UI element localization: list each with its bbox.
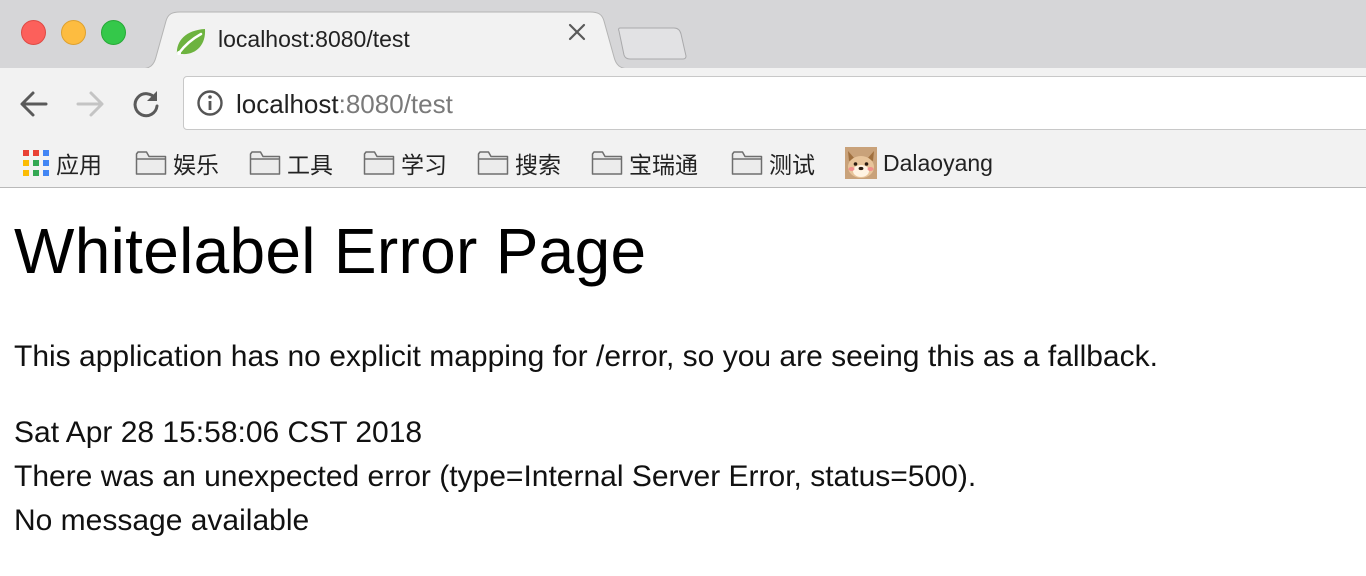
error-explanation: This application has no explicit mapping… bbox=[14, 340, 1158, 373]
bookmark-label: 学习 bbox=[401, 152, 447, 178]
bookmark-label: 宝瑞通 bbox=[629, 152, 698, 178]
browser-toolbar: localhost:8080/test bbox=[0, 68, 1366, 140]
folder-icon bbox=[135, 151, 167, 175]
spring-leaf-icon bbox=[174, 27, 208, 57]
new-tab-button[interactable] bbox=[618, 26, 688, 60]
bookmark-folder[interactable]: 宝瑞通 bbox=[591, 146, 698, 180]
folder-icon bbox=[249, 151, 281, 175]
folder-icon bbox=[591, 151, 623, 175]
folder-icon bbox=[731, 151, 763, 175]
bookmark-label: 应用 bbox=[56, 152, 102, 178]
window-maximize-button[interactable] bbox=[101, 20, 126, 45]
dog-avatar-icon bbox=[845, 147, 877, 179]
info-icon[interactable] bbox=[196, 89, 224, 117]
window-minimize-button[interactable] bbox=[61, 20, 86, 45]
error-message: No message available bbox=[14, 504, 310, 537]
apps-grid-icon bbox=[22, 149, 50, 177]
bookmarks-bar: 应用 娱乐 工具 学习 搜索 宝瑞通 测试 Dalaoyang bbox=[0, 140, 1366, 188]
reload-icon[interactable] bbox=[128, 86, 164, 122]
bookmark-label: Dalaoyang bbox=[883, 149, 993, 176]
bookmark-label: 工具 bbox=[287, 152, 333, 178]
error-timestamp: Sat Apr 28 15:58:06 CST 2018 bbox=[14, 416, 423, 449]
window-close-button[interactable] bbox=[21, 20, 46, 45]
bookmark-label: 搜索 bbox=[515, 152, 561, 178]
tab-active[interactable]: localhost:8080/test bbox=[140, 11, 630, 69]
bookmark-folder[interactable]: 测试 bbox=[731, 146, 815, 180]
folder-icon bbox=[363, 151, 395, 175]
bookmark-folder[interactable]: 学习 bbox=[363, 146, 447, 180]
bookmark-folder[interactable]: 搜索 bbox=[477, 146, 561, 180]
tab-title: localhost:8080/test bbox=[218, 26, 410, 52]
folder-icon bbox=[477, 151, 509, 175]
url-host: localhost bbox=[236, 89, 339, 119]
url-text[interactable]: localhost:8080/test bbox=[236, 89, 453, 120]
bookmark-apps[interactable]: 应用 bbox=[22, 146, 102, 180]
forward-arrow-icon[interactable] bbox=[72, 86, 108, 122]
bookmark-label: 娱乐 bbox=[173, 152, 219, 178]
page-title: Whitelabel Error Page bbox=[14, 215, 647, 287]
bookmark-label: 测试 bbox=[769, 152, 815, 178]
url-path: :8080/test bbox=[338, 89, 453, 119]
bookmark-profile[interactable]: Dalaoyang bbox=[845, 146, 993, 180]
error-type: There was an unexpected error (type=Inte… bbox=[14, 460, 977, 493]
bookmark-folder[interactable]: 娱乐 bbox=[135, 146, 219, 180]
back-arrow-icon[interactable] bbox=[16, 86, 52, 122]
tab-close-icon[interactable] bbox=[568, 23, 600, 55]
tab-strip: localhost:8080/test bbox=[0, 0, 1366, 69]
address-bar[interactable]: localhost:8080/test bbox=[183, 76, 1366, 130]
bookmark-folder[interactable]: 工具 bbox=[249, 146, 333, 180]
